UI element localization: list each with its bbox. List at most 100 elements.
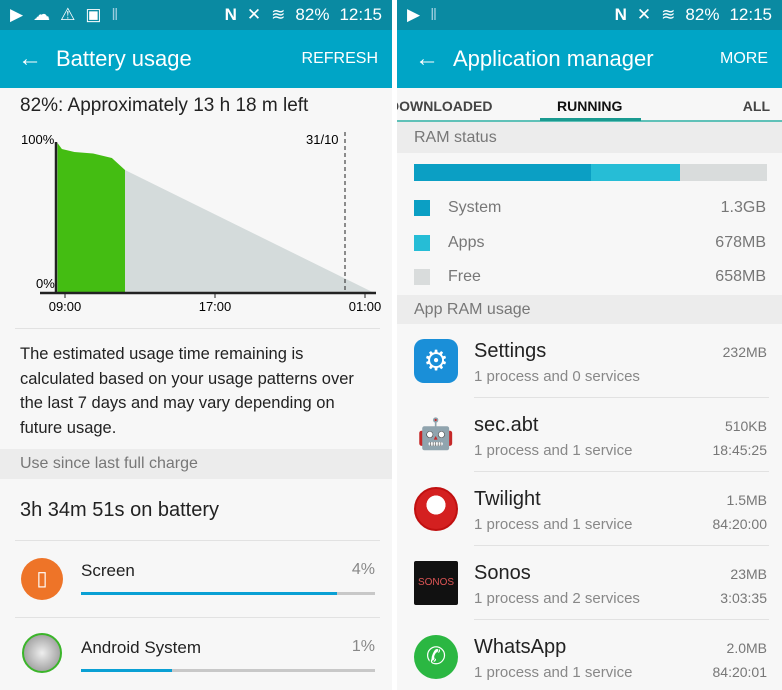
wifi-icon: ≋	[661, 5, 676, 24]
app-ram-size: 1.5MB	[726, 492, 767, 508]
app-list-item[interactable]: Twilight 1 process and 1 service 1.5MB 8…	[397, 472, 782, 546]
clock: 12:15	[339, 5, 382, 24]
app-process-info: 1 process and 0 services	[474, 368, 640, 385]
x-tick-label: 01:00	[349, 299, 382, 314]
battery-usage-screen: ▶ ☁ ⚠ ▣ ‖ N ✕ ≋ 82% 12:15 ← Battery usag…	[0, 0, 392, 690]
tab-running[interactable]: RUNNING	[557, 98, 622, 114]
app-list-item[interactable]: ⚙ Settings 1 process and 0 services 232M…	[397, 324, 782, 398]
twilight-icon	[414, 487, 458, 531]
active-tab-indicator	[540, 118, 641, 121]
x-tick-label: 09:00	[49, 299, 82, 314]
y-tick-label: 0%	[36, 276, 55, 291]
app-process-info: 1 process and 1 service	[474, 516, 633, 533]
app-process-info: 1 process and 1 service	[474, 664, 633, 681]
pause-icon: ‖	[111, 5, 119, 24]
screen-brightness-icon: ▯	[21, 558, 63, 600]
legend-value: 678MB	[715, 234, 766, 251]
ram-legend-system: System 1.3GB	[414, 191, 766, 225]
app-run-time: 3:03:35	[720, 590, 767, 606]
app-ram-usage-header: App RAM usage	[397, 295, 782, 324]
app-name: Sonos	[474, 562, 531, 584]
refresh-button[interactable]: REFRESH	[302, 50, 378, 68]
app-bar: ← Battery usage REFRESH	[0, 30, 392, 88]
pause-icon: ‖	[430, 5, 438, 24]
app-name: WhatsApp	[474, 636, 567, 658]
app-list-item[interactable]: 🤖 sec.abt 1 process and 1 service 510KB …	[397, 398, 782, 472]
app-process-info: 1 process and 1 service	[474, 442, 633, 459]
back-arrow-icon[interactable]: ←	[415, 45, 453, 73]
back-arrow-icon[interactable]: ←	[18, 45, 56, 73]
usage-item-screen[interactable]: ▯ Screen 4%	[0, 541, 392, 617]
actual-area	[57, 143, 125, 293]
status-bar: ▶ ☁ ⚠ ▣ ‖ N ✕ ≋ 82% 12:15	[0, 0, 392, 30]
play-icon: ▶	[10, 5, 24, 24]
app-run-time: 84:20:01	[712, 664, 768, 680]
app-ram-size: 232MB	[722, 344, 767, 360]
battery-percent: 82%	[685, 5, 720, 24]
legend-value: 658MB	[715, 268, 766, 285]
wifi-icon: ≋	[271, 5, 286, 24]
mute-icon: ✕	[636, 5, 652, 24]
clock: 12:15	[729, 5, 772, 24]
cloud-icon: ☁	[33, 5, 51, 24]
legend-swatch	[414, 269, 430, 285]
ram-status-header: RAM status	[397, 122, 782, 153]
legend-label: System	[448, 199, 502, 216]
usage-item-name: Screen	[81, 561, 135, 580]
legend-swatch	[414, 235, 430, 251]
app-ram-size: 2.0MB	[726, 640, 767, 656]
legend-swatch	[414, 200, 430, 216]
estimate-description: The estimated usage time remaining is ca…	[20, 345, 354, 437]
tab-all[interactable]: ALL	[743, 98, 770, 114]
ram-legend-free: Free 658MB	[414, 260, 766, 294]
tab-downloaded[interactable]: DOWNLOADED	[397, 98, 492, 114]
usage-item-percent: 1%	[351, 638, 375, 655]
section-header: Use since last full charge	[0, 449, 392, 479]
settings-gear-icon: ⚙	[414, 339, 458, 383]
x-tick-label: 17:00	[199, 299, 232, 314]
nfc-icon: N	[224, 5, 237, 24]
battery-percent: 82%	[295, 5, 330, 24]
image-icon: ▣	[85, 5, 102, 24]
ram-bar	[414, 164, 767, 181]
app-bar: ← Application manager MORE	[397, 30, 782, 88]
battery-remaining-summary: 82%: Approximately 13 h 18 m left	[20, 95, 309, 116]
usage-item-android-system[interactable]: Android System 1%	[0, 618, 392, 690]
app-name: Twilight	[474, 488, 541, 510]
warning-icon: ⚠	[60, 5, 76, 24]
y-tick-label: 100%	[21, 132, 55, 147]
ram-bar-system	[414, 164, 591, 181]
nfc-icon: N	[614, 5, 627, 24]
application-manager-screen: ▶ ‖ N ✕ ≋ 82% 12:15 ← Application manage…	[397, 0, 782, 690]
usage-item-name: Android System	[81, 638, 201, 657]
date-marker-label: 31/10	[306, 132, 339, 147]
android-system-icon	[22, 633, 62, 673]
app-name: sec.abt	[474, 414, 539, 436]
tab-bar: DOWNLOADED RUNNING ALL	[397, 88, 782, 122]
app-process-info: 1 process and 2 services	[474, 590, 640, 607]
app-name: Settings	[474, 340, 547, 362]
ram-legend-apps: Apps 678MB	[414, 226, 766, 260]
app-run-time: 84:20:00	[712, 516, 768, 532]
projected-area	[125, 170, 375, 293]
app-run-time: 18:45:25	[712, 442, 768, 458]
usage-bar	[81, 669, 375, 672]
more-button[interactable]: MORE	[720, 50, 768, 68]
legend-label: Apps	[448, 234, 485, 251]
status-bar: ▶ ‖ N ✕ ≋ 82% 12:15	[397, 0, 782, 30]
legend-label: Free	[448, 268, 481, 285]
usage-bar	[81, 592, 375, 595]
sonos-logo-icon: SONOS	[414, 561, 458, 605]
time-on-battery: 3h 34m 51s on battery	[20, 499, 220, 521]
whatsapp-icon: ✆	[414, 635, 458, 679]
app-list-item[interactable]: SONOS Sonos 1 process and 2 services 23M…	[397, 546, 782, 620]
mute-icon: ✕	[246, 5, 262, 24]
android-robot-icon: 🤖	[417, 418, 455, 451]
app-list-item[interactable]: ✆ WhatsApp 1 process and 1 service 2.0MB…	[397, 620, 782, 690]
battery-chart: 100% 0% 31/10 09:00 17:00 01:00	[21, 132, 382, 314]
page-title: Application manager	[453, 46, 654, 71]
legend-value: 1.3GB	[720, 199, 766, 216]
play-icon: ▶	[407, 5, 421, 24]
app-ram-size: 23MB	[730, 566, 767, 582]
page-title: Battery usage	[56, 46, 192, 71]
